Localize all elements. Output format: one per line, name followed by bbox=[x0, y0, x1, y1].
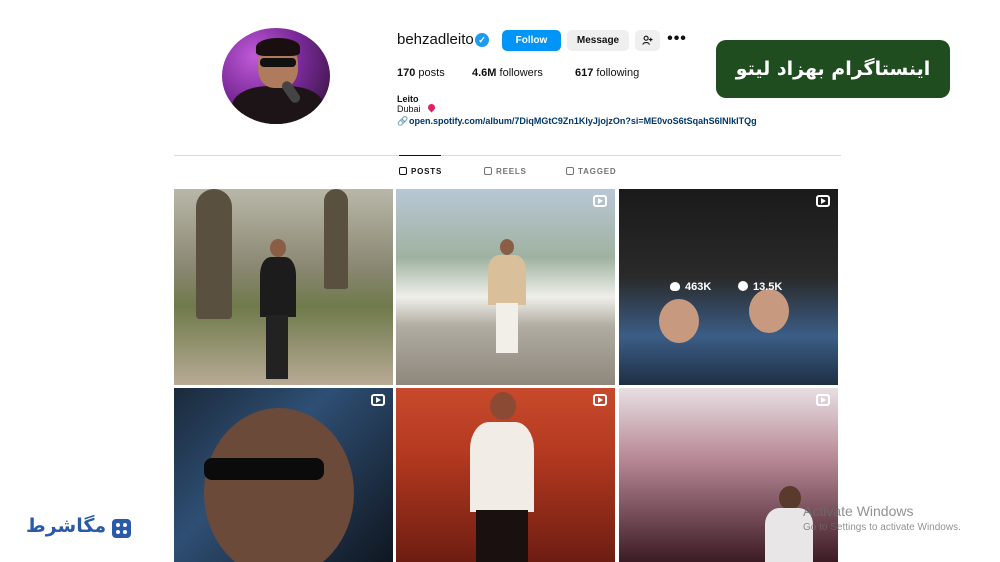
tree-trunk bbox=[324, 189, 348, 289]
person-head bbox=[749, 289, 789, 333]
likes-count: 463K bbox=[685, 281, 712, 293]
person-tanktop bbox=[470, 422, 534, 512]
person-jacket bbox=[260, 257, 296, 317]
grid-icon bbox=[399, 167, 407, 175]
title-banner: اینستاگرام بهزاد لیتو bbox=[716, 40, 950, 98]
reel-icon bbox=[593, 394, 607, 406]
tree-trunk bbox=[196, 189, 232, 319]
profile-location: Dubai bbox=[397, 104, 421, 114]
tagged-icon bbox=[566, 167, 574, 175]
post-tile-portrait[interactable] bbox=[174, 388, 393, 562]
site-logo-text: مگاشرط bbox=[26, 515, 107, 537]
avatar-sunglasses bbox=[260, 58, 296, 67]
tab-posts-label: POSTS bbox=[411, 167, 443, 176]
followers-label: followers bbox=[499, 67, 543, 79]
dice-logo-icon bbox=[112, 519, 131, 538]
posts-count: 170 bbox=[397, 67, 416, 79]
tab-reels[interactable]: REELS bbox=[484, 167, 527, 176]
windows-activation-subtitle: Go to Settings to activate Windows. bbox=[803, 522, 961, 533]
add-user-icon bbox=[642, 35, 653, 45]
tabs-divider bbox=[174, 155, 841, 156]
bio-link[interactable]: open.spotify.com/album/7DiqMGtC9Zn1KlyJj… bbox=[409, 116, 757, 126]
person-jacket bbox=[488, 255, 526, 305]
comments-count: 13.5K bbox=[753, 281, 783, 293]
reel-icon bbox=[816, 195, 830, 207]
comments-overlay: 13.5K bbox=[738, 281, 782, 293]
tab-tagged[interactable]: TAGGED bbox=[566, 167, 616, 176]
tab-posts[interactable]: POSTS bbox=[399, 167, 442, 176]
person-legs bbox=[266, 315, 288, 379]
following-count: 617 bbox=[575, 67, 594, 79]
avatar-figure-body bbox=[232, 86, 324, 124]
heart-icon bbox=[670, 282, 680, 291]
likes-overlay: 463K bbox=[670, 281, 711, 293]
verified-badge-icon: ✓ bbox=[475, 33, 489, 47]
follow-button[interactable]: Follow bbox=[502, 30, 561, 51]
post-tile-stage-lights[interactable] bbox=[619, 388, 838, 562]
location-pin-icon bbox=[426, 102, 437, 113]
post-tile-concert-crowd[interactable] bbox=[619, 189, 838, 385]
followers-count: 4.6M bbox=[472, 67, 497, 79]
post-tile-rooftop[interactable] bbox=[396, 189, 615, 385]
person-head bbox=[659, 299, 699, 343]
tab-tagged-label: TAGGED bbox=[578, 167, 617, 176]
stat-followers[interactable]: 4.6M followers bbox=[472, 67, 543, 79]
stat-following[interactable]: 617 following bbox=[575, 67, 639, 79]
tab-reels-label: REELS bbox=[496, 167, 527, 176]
person-head bbox=[779, 486, 801, 510]
person-head bbox=[270, 239, 286, 257]
active-tab-indicator bbox=[399, 155, 441, 156]
person-head bbox=[500, 239, 514, 255]
message-button[interactable]: Message bbox=[567, 30, 629, 51]
stat-posts[interactable]: 170 posts bbox=[397, 67, 445, 79]
suggest-user-button[interactable] bbox=[635, 30, 660, 51]
post-tile-park[interactable] bbox=[174, 189, 393, 385]
post-tile-stage-red[interactable] bbox=[396, 388, 615, 562]
sunglasses bbox=[204, 458, 324, 480]
profile-username: behzadleito bbox=[397, 31, 474, 48]
windows-activation-title: Activate Windows bbox=[803, 503, 914, 519]
link-icon: 🔗 bbox=[397, 116, 409, 126]
profile-full-name: Leito bbox=[397, 94, 419, 104]
avatar-figure-hair bbox=[256, 38, 300, 56]
profile-avatar[interactable] bbox=[222, 28, 330, 124]
following-label: following bbox=[596, 67, 640, 79]
comment-icon bbox=[738, 281, 748, 291]
reel-icon bbox=[593, 195, 607, 207]
reels-icon bbox=[484, 167, 492, 175]
person-pants bbox=[476, 510, 528, 562]
person-legs bbox=[496, 303, 518, 353]
more-options-icon[interactable]: ••• bbox=[666, 31, 688, 49]
person-face bbox=[204, 408, 354, 562]
reel-icon bbox=[371, 394, 385, 406]
posts-label: posts bbox=[418, 67, 445, 79]
person-head bbox=[490, 392, 516, 420]
reel-icon bbox=[816, 394, 830, 406]
